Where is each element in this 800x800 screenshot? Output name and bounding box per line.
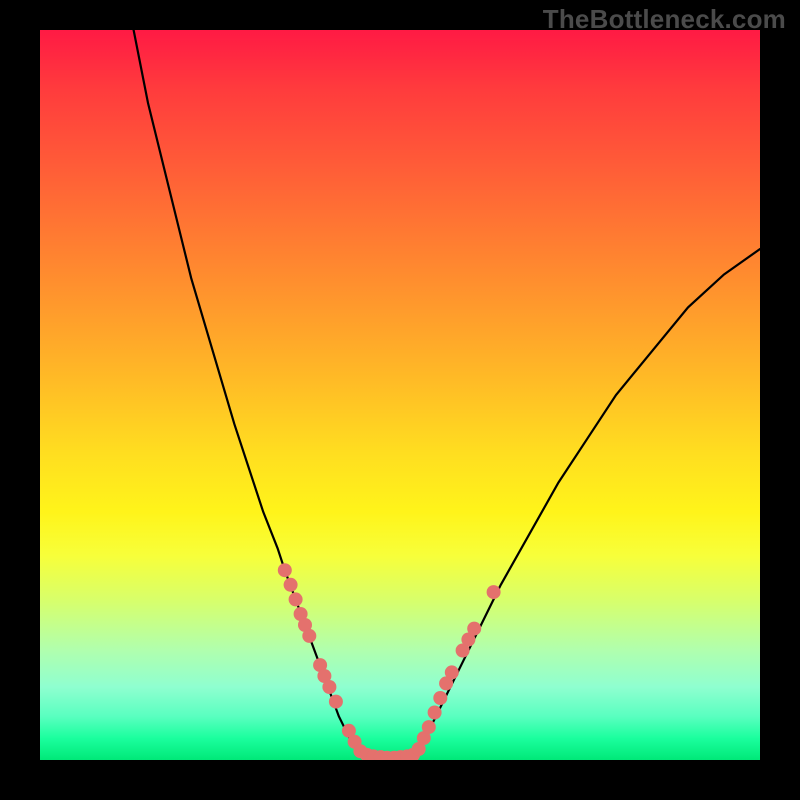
data-marker <box>428 706 442 720</box>
chart-frame: TheBottleneck.com <box>0 0 800 800</box>
data-marker <box>467 622 481 636</box>
data-marker <box>487 585 501 599</box>
bottleneck-curve <box>134 30 760 758</box>
data-marker <box>422 720 436 734</box>
chart-svg <box>40 30 760 760</box>
data-marker <box>322 680 336 694</box>
data-marker <box>278 563 292 577</box>
marker-layer <box>278 563 501 760</box>
data-marker <box>302 629 316 643</box>
plot-area <box>40 30 760 760</box>
data-marker <box>433 691 447 705</box>
curve-layer <box>134 30 760 758</box>
data-marker <box>445 665 459 679</box>
data-marker <box>289 592 303 606</box>
data-marker <box>329 695 343 709</box>
data-marker <box>284 578 298 592</box>
